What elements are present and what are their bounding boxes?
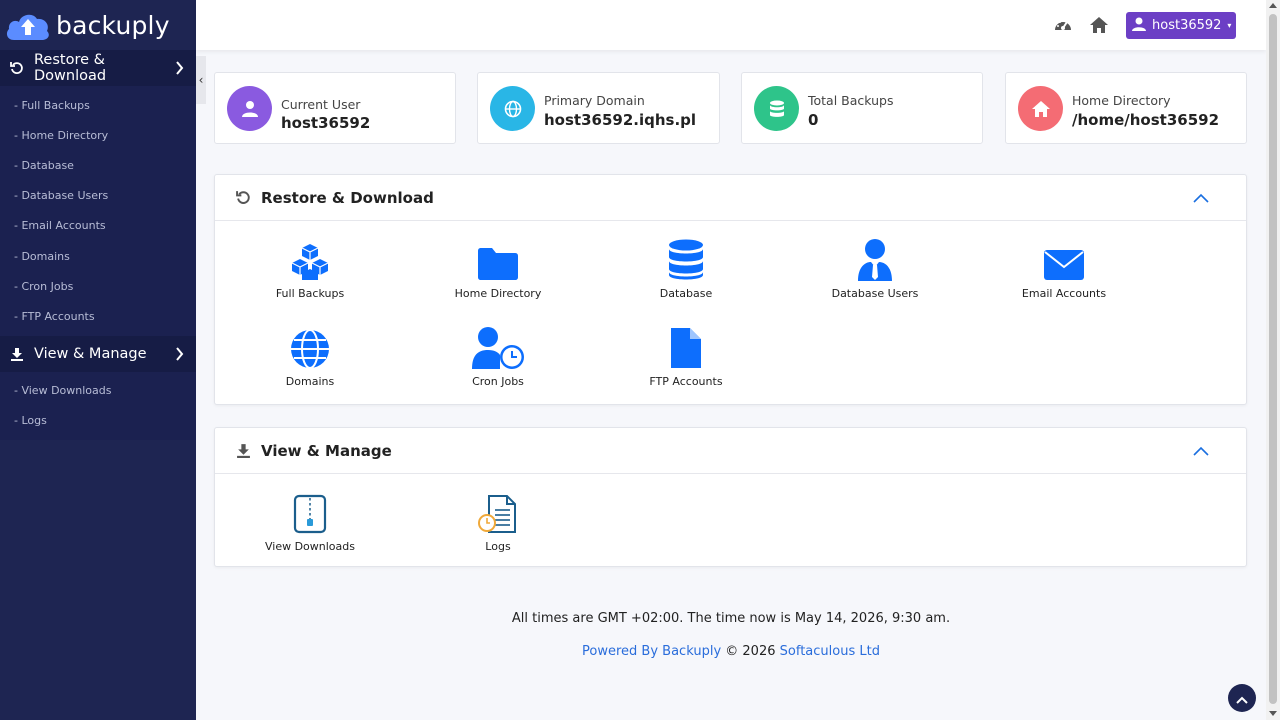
database-icon <box>754 86 799 131</box>
globe-icon <box>490 86 535 131</box>
caret-down-icon: ▾ <box>1227 21 1232 30</box>
logo[interactable]: backuply <box>0 0 196 50</box>
panel-title: Restore & Download <box>261 188 434 207</box>
panel-restore-download: Restore & Download Full Backups Home Dir… <box>214 174 1247 405</box>
copyright-text: © 2026 <box>725 644 776 659</box>
chevron-right-icon <box>170 346 188 361</box>
powered-by-link[interactable]: Powered By Backuply <box>582 644 721 659</box>
sidebar-item-domains[interactable]: - Domains <box>0 241 196 271</box>
page-scrollbar[interactable] <box>1266 0 1280 720</box>
tile-label: Home Directory <box>454 287 542 300</box>
tile-label: Email Accounts <box>1021 287 1107 300</box>
boxes-icon <box>289 237 331 281</box>
sidebar-item-database[interactable]: - Database <box>0 150 196 180</box>
panel-title: View & Manage <box>261 441 392 460</box>
scroll-up-arrow-icon[interactable] <box>1269 3 1277 8</box>
chevron-up-icon[interactable] <box>1192 446 1210 456</box>
tile-label: Domains <box>285 375 335 388</box>
card-label: Primary Domain <box>544 93 645 108</box>
tile-label: FTP Accounts <box>649 375 723 388</box>
topbar: host36592 ▾ <box>196 0 1266 50</box>
envelope-icon <box>1043 237 1085 281</box>
info-card-home-directory: Home Directory /home/host36592 <box>1005 72 1247 144</box>
sidebar-section-label: Restore & Download <box>34 52 107 84</box>
chevron-up-icon[interactable] <box>1192 193 1210 203</box>
sidebar-item-view-downloads[interactable]: - View Downloads <box>0 376 196 406</box>
scroll-down-arrow-icon[interactable] <box>1269 711 1277 716</box>
home-icon <box>1018 86 1063 131</box>
tile-cron-jobs[interactable]: Cron Jobs <box>418 325 578 388</box>
app-name: backuply <box>56 10 170 40</box>
sidebar-section-restore-download[interactable]: Restore & Download <box>0 50 196 86</box>
restore-icon <box>235 190 251 206</box>
sidebar-item-cron-jobs[interactable]: - Cron Jobs <box>0 271 196 301</box>
tile-ftp-accounts[interactable]: FTP Accounts <box>606 325 766 388</box>
panel-view-manage: View & Manage View Downloads Logs <box>214 427 1247 567</box>
info-card-current-user: Current User host36592 <box>214 72 456 144</box>
tile-label: Database Users <box>831 287 919 300</box>
folder-icon <box>477 237 519 281</box>
sidebar-items-manage: - View Downloads - Logs <box>0 371 196 440</box>
sidebar-section-label: View & Manage <box>34 345 147 362</box>
user-icon <box>227 86 272 131</box>
scroll-thumb[interactable] <box>1269 14 1277 704</box>
chevron-right-icon <box>170 61 188 75</box>
card-value: /home/host36592 <box>1072 111 1220 129</box>
sidebar-item-logs[interactable]: - Logs <box>0 406 196 436</box>
sidebar-section-view-manage[interactable]: View & Manage <box>0 335 196 372</box>
tile-full-backups[interactable]: Full Backups <box>230 237 390 300</box>
sidebar-item-ftp-accounts[interactable]: - FTP Accounts <box>0 301 196 331</box>
user-clock-icon <box>472 325 524 369</box>
card-value: host36592 <box>281 114 371 132</box>
sidebar-item-home-directory[interactable]: - Home Directory <box>0 120 196 150</box>
card-value: 0 <box>808 111 819 129</box>
company-link[interactable]: Softaculous Ltd <box>780 644 880 659</box>
card-label: Current User <box>281 97 361 112</box>
info-card-primary-domain: Primary Domain host36592.iqhs.pl <box>477 72 720 144</box>
scroll-to-top-button[interactable] <box>1228 684 1256 712</box>
user-menu-button[interactable]: host36592 ▾ <box>1126 12 1236 39</box>
sidebar-item-database-users[interactable]: - Database Users <box>0 181 196 211</box>
user-icon <box>1132 17 1146 35</box>
log-file-icon <box>477 490 519 534</box>
tile-label: View Downloads <box>264 540 355 553</box>
panel-header: View & Manage <box>215 428 1246 474</box>
card-label: Home Directory <box>1072 93 1171 108</box>
tile-domains[interactable]: Domains <box>230 325 390 388</box>
tile-logs[interactable]: Logs <box>418 490 578 553</box>
sidebar-item-email-accounts[interactable]: - Email Accounts <box>0 211 196 241</box>
globe-icon <box>290 325 330 369</box>
user-tie-icon <box>857 237 893 281</box>
cloud-upload-icon <box>4 8 52 42</box>
chevron-up-icon <box>1236 689 1248 708</box>
tile-database[interactable]: Database <box>606 237 766 300</box>
zip-file-icon <box>293 490 327 534</box>
footer-powered-by: Powered By Backuply © 2026 Softaculous L… <box>196 644 1266 659</box>
card-value: host36592.iqhs.pl <box>544 111 697 129</box>
tile-home-directory[interactable]: Home Directory <box>418 237 578 300</box>
restore-icon <box>8 59 26 77</box>
tile-label: Cron Jobs <box>472 375 524 388</box>
download-icon <box>8 345 26 363</box>
tile-email-accounts[interactable]: Email Accounts <box>984 237 1144 300</box>
home-icon[interactable] <box>1089 15 1109 35</box>
sidebar-item-full-backups[interactable]: - Full Backups <box>0 90 196 120</box>
database-icon <box>668 237 704 281</box>
download-icon <box>235 443 251 459</box>
sidebar-items-restore: - Full Backups - Home Directory - Databa… <box>0 86 196 336</box>
panel-header: Restore & Download <box>215 175 1246 221</box>
card-label: Total Backups <box>808 93 894 108</box>
file-icon <box>670 325 702 369</box>
footer-time-text: All times are GMT +02:00. The time now i… <box>511 611 951 626</box>
sidebar: backuply Restore & Download - Full Backu… <box>0 0 196 720</box>
tile-label: Logs <box>485 540 511 553</box>
info-card-total-backups: Total Backups 0 <box>741 72 983 144</box>
tile-label: Full Backups <box>275 287 345 300</box>
tile-view-downloads[interactable]: View Downloads <box>230 490 390 553</box>
dashboard-icon[interactable] <box>1053 15 1073 35</box>
tile-label: Database <box>659 287 713 300</box>
sidebar-collapse-toggle[interactable]: ‹ <box>196 56 206 104</box>
user-menu-label: host36592 <box>1152 18 1222 33</box>
tile-database-users[interactable]: Database Users <box>795 237 955 300</box>
